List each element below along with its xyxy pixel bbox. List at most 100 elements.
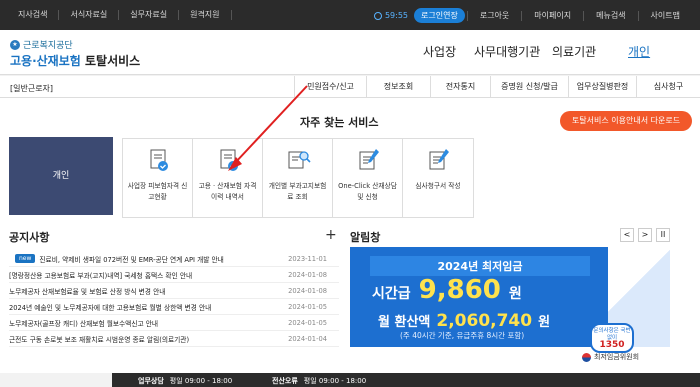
support-hours-bar: 업무상담 평일 09:00 - 18:00 전산오류 평일 09:00 - 18:0… xyxy=(0,373,700,387)
alarm-prev-button[interactable]: < xyxy=(620,228,634,242)
nav-medical[interactable]: 의료기관 xyxy=(552,43,596,60)
session-timer: 59:55 xyxy=(373,11,409,20)
submenu-disease[interactable]: 업무상질병판정 xyxy=(568,76,636,98)
submenu-certificate[interactable]: 증명원 신청/발급 xyxy=(490,76,568,98)
tile-label: 고용 · 산재보험 자격 이력 내역서 xyxy=(198,182,257,201)
list-item[interactable]: 노무제공자(골프장 캐디) 산재보험 월보수액신고 안내 2024-01-05 xyxy=(9,315,339,331)
tile-workplace-insured-status[interactable]: 사업장 피보험자격 신고현황 xyxy=(123,139,193,217)
nav-agency[interactable]: 사무대행기관 xyxy=(474,43,540,60)
list-item[interactable]: new 진료비, 약제비 생파일 072버전 및 EMR-공단 연계 API 개… xyxy=(9,251,339,267)
org-name: 근로복지공단 xyxy=(23,41,73,51)
utility-links-left: 지사검색 서식자료실 실무자료실 원격지원 xyxy=(10,10,232,20)
document-pen-icon xyxy=(429,149,449,170)
submenu-review[interactable]: 심사청구 xyxy=(636,76,700,98)
comwel-logo-icon: ★ xyxy=(10,39,20,50)
tile-oneclick-consult[interactable]: One-Click 산재상담 및 신청 xyxy=(333,139,403,217)
category-personal[interactable]: 개인 xyxy=(9,137,113,215)
sitemap-link[interactable]: 사이트맵 xyxy=(637,10,692,21)
notice-item-date: 2024-01-05 xyxy=(288,302,327,311)
notice-item-title[interactable]: 노무제공자(골프장 캐디) 산재보험 월보수액신고 안내 xyxy=(9,318,287,328)
monthly-note: (주 40시간 기준, 유급주휴 8시간 포함) xyxy=(400,331,525,340)
hourly-label: 시간급 xyxy=(372,286,411,302)
nav-personal[interactable]: 개인 xyxy=(628,43,650,60)
footer-spacer xyxy=(0,373,112,387)
error-hours: 전산오류 평일 09:00 - 18:00 xyxy=(272,376,366,386)
tile-label: 개인별 부과고지보험료 조회 xyxy=(268,182,327,201)
error-label: 전산오류 xyxy=(272,377,298,385)
consult-label: 업무상담 xyxy=(138,377,164,385)
list-item[interactable]: 근전도 구동 손로봇 보조 재활치료 시범운영 종료 알림(의료기관) 2024… xyxy=(9,331,339,347)
tile-label: One-Click 산재상담 및 신청 xyxy=(338,182,397,201)
notice-item-date: 2024-01-05 xyxy=(288,318,327,327)
utility-links-right: 59:55 로그인연장 로그아웃 마이페이지 메뉴검색 사이트맵 xyxy=(373,8,692,23)
banner-org: 최저임금위원회 xyxy=(594,353,640,361)
menu-search-link[interactable]: 메뉴검색 xyxy=(583,10,637,21)
practice-library-link[interactable]: 실무자료실 xyxy=(119,10,180,20)
hourly-value: 9,860 xyxy=(418,275,501,305)
remote-support-link[interactable]: 원격지원 xyxy=(179,10,232,20)
hourly-unit: 원 xyxy=(508,286,522,302)
notice-item-date: 2024-01-08 xyxy=(288,286,327,295)
service-name-suffix: 토탈서비스 xyxy=(85,54,141,68)
monthly-wage-line: 월 환산액 2,060,740 원 xyxy=(378,311,550,331)
forms-library-link[interactable]: 서식자료실 xyxy=(59,10,120,20)
list-item[interactable]: 노무제공자 산재보험료율 및 보험료 산정 방식 변경 안내 2024-01-0… xyxy=(9,283,339,299)
site-logo[interactable]: ★ 근로복지공단 고용·산재보험 토탈서비스 xyxy=(10,38,140,69)
notice-item-title[interactable]: 근전도 구동 손로봇 보조 재활치료 시범운영 종료 알림(의료기관) xyxy=(9,334,287,344)
inquiry-ribbon: 문의사항은 국번 없이 1350 xyxy=(590,323,634,353)
login-extend-button[interactable]: 로그인연장 xyxy=(414,8,465,23)
nav-workplace[interactable]: 사업장 xyxy=(423,43,456,60)
submenu-inquiry[interactable]: 정보조회 xyxy=(366,76,430,98)
notice-item-title[interactable]: [명랑정산용 고용보험료 부과(고지)내역] 국세청 홈택스 확인 안내 xyxy=(9,270,287,280)
hourly-wage-line: 시간급 9,860 원 xyxy=(372,275,522,305)
monthly-label: 월 환산액 xyxy=(378,315,431,330)
alarm-title: 알림창 xyxy=(350,231,381,244)
list-item[interactable]: [명랑정산용 고용보험료 부과(고지)내역] 국세청 홈택스 확인 안내 202… xyxy=(9,267,339,283)
monthly-unit: 원 xyxy=(538,315,551,330)
favorites-title: 자주 찾는 서비스 xyxy=(300,116,379,129)
sub-menu-bar: [일반근로자] 민원접수/신고 정보조회 전자통지 증명원 신청/발급 업무상질… xyxy=(0,76,700,98)
document-search-icon xyxy=(288,151,311,169)
notice-item-title[interactable]: 노무제공자 산재보험료율 및 보험료 산정 방식 변경 안내 xyxy=(9,286,287,296)
logout-link[interactable]: 로그아웃 xyxy=(466,10,521,21)
tile-insurance-history[interactable]: 고용 · 산재보험 자격 이력 내역서 xyxy=(193,139,263,217)
service-name-prefix: 고용·산재보험 xyxy=(10,54,81,68)
notice-item-title[interactable]: 진료비, 약제비 생파일 072버전 및 EMR-공단 연계 API 개발 안내 xyxy=(39,254,287,264)
notice-item-date: 2024-01-04 xyxy=(288,334,327,343)
submenu-notice[interactable]: 전자통지 xyxy=(430,76,490,98)
top-utility-bar: 지사검색 서식자료실 실무자료실 원격지원 59:55 로그인연장 로그아웃 마… xyxy=(0,0,700,30)
main-header: ★ 근로복지공단 고용·산재보험 토탈서비스 사업장 사무대행기관 의료기관 개인 xyxy=(0,30,700,75)
banner-footer: 최저임금위원회 xyxy=(582,352,639,362)
clock-icon xyxy=(373,11,382,20)
notice-title: 공지사항 xyxy=(9,231,50,244)
notice-item-title[interactable]: 2024년 예술인 및 노무제공자에 대한 고용보험료 월별 상한액 변경 안내 xyxy=(9,302,287,312)
guide-download-button[interactable]: 토탈서비스 이용안내서 다운로드 xyxy=(560,111,692,131)
consult-hours: 업무상담 평일 09:00 - 18:00 xyxy=(138,376,232,386)
notice-item-date: 2023-11-01 xyxy=(288,254,327,263)
monthly-value: 2,060,740 xyxy=(436,311,533,331)
session-timer-value: 59:55 xyxy=(384,11,409,20)
notice-more-button[interactable]: + xyxy=(325,227,337,243)
user-type-label: [일반근로자] xyxy=(10,84,54,93)
tile-review-request[interactable]: 심사청구서 작성 xyxy=(403,139,473,217)
alarm-next-button[interactable]: > xyxy=(638,228,652,242)
notice-list: new 진료비, 약제비 생파일 072버전 및 EMR-공단 연계 API 개… xyxy=(9,251,339,347)
sub-menu: 민원접수/신고 정보조회 전자통지 증명원 신청/발급 업무상질병판정 심사청구 xyxy=(294,76,700,98)
branch-search-link[interactable]: 지사검색 xyxy=(10,10,60,20)
mypage-link[interactable]: 마이페이지 xyxy=(521,10,583,21)
new-badge: new xyxy=(15,254,36,263)
alarm-pause-button[interactable]: II xyxy=(656,228,670,242)
submenu-apply[interactable]: 민원접수/신고 xyxy=(294,76,366,98)
notice-item-date: 2024-01-08 xyxy=(288,270,327,279)
tile-premium-inquiry[interactable]: 개인별 부과고지보험료 조회 xyxy=(263,139,333,217)
ribbon-number: 1350 xyxy=(599,340,625,350)
list-item[interactable]: 2024년 예술인 및 노무제공자에 대한 고용보험료 월별 상한액 변경 안내… xyxy=(9,299,339,315)
minimum-wage-banner[interactable]: 2024년 최저임금 시간급 9,860 원 월 환산액 2,060,740 원… xyxy=(350,247,670,369)
government-emblem-icon xyxy=(582,352,591,362)
document-check-icon xyxy=(150,149,168,171)
banner-title: 2024년 최저임금 xyxy=(370,256,590,276)
favorite-services: 사업장 피보험자격 신고현황 고용 · 산재보험 자격 이력 내역서 개인별 부… xyxy=(122,138,474,218)
error-time: 평일 09:00 - 18:00 xyxy=(303,377,367,385)
document-check-icon xyxy=(220,149,238,171)
tile-label: 심사청구서 작성 xyxy=(415,182,461,190)
